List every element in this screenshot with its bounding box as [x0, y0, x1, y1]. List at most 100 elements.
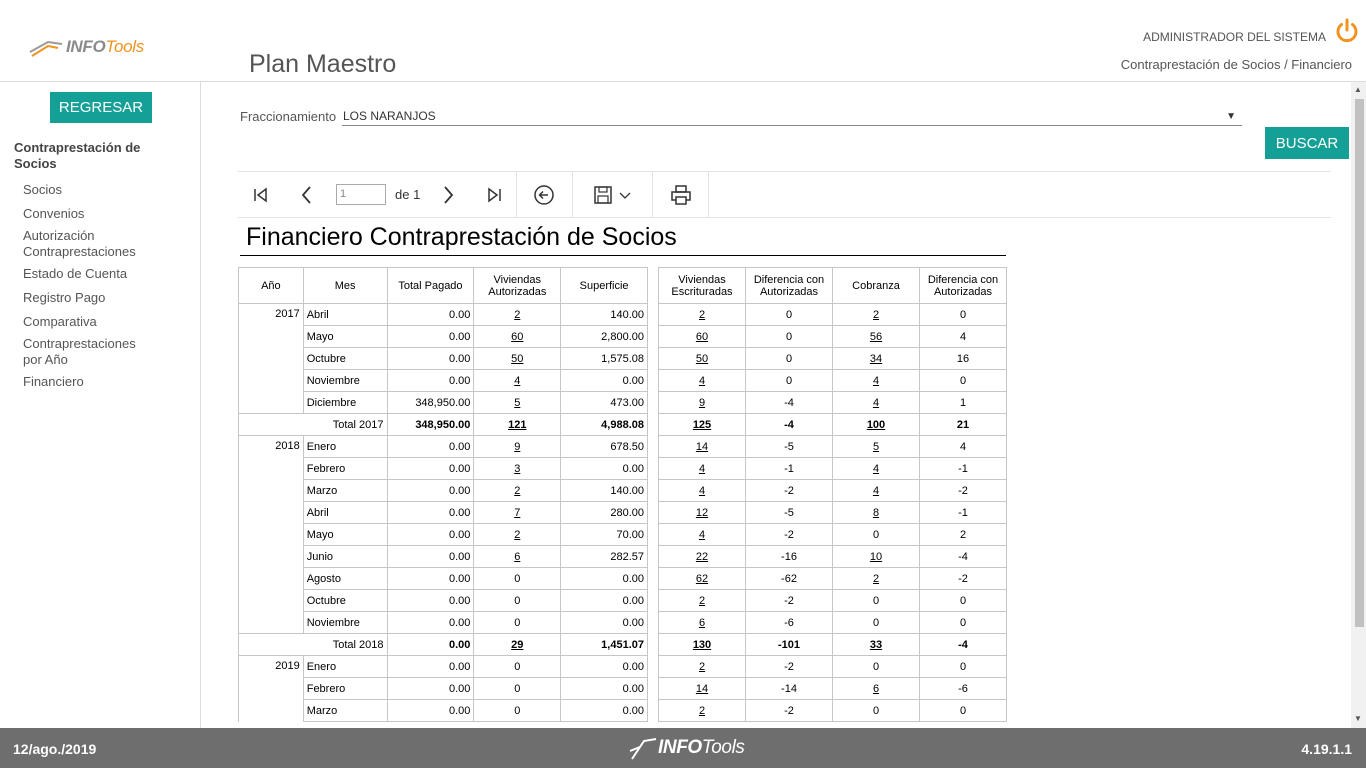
total-pagado-cell[interactable]: 0.00 — [386, 479, 475, 502]
cobranza-link[interactable]: 2 — [832, 567, 920, 590]
total-pagado-cell[interactable]: 0.00 — [386, 347, 475, 370]
superficie-cell[interactable]: 70.00 — [560, 523, 648, 546]
viviendas-autorizadas-link[interactable]: 60 — [473, 325, 562, 348]
superficie-cell[interactable]: 0.00 — [560, 457, 648, 480]
cobranza-link[interactable]: 34 — [832, 347, 920, 370]
back-to-parent-icon[interactable] — [533, 184, 555, 206]
total-pagado-cell[interactable]: 0.00 — [386, 611, 475, 634]
viviendas-escrituradas-link[interactable]: 62 — [658, 567, 746, 590]
page-number-input[interactable]: 1 — [336, 184, 386, 205]
viviendas-escrituradas-link[interactable]: 4 — [658, 457, 746, 480]
viviendas-autorizadas-link[interactable]: 2 — [473, 523, 562, 546]
superficie-cell[interactable]: 4,988.08 — [560, 413, 648, 436]
total-pagado-cell[interactable]: 0.00 — [386, 699, 475, 722]
back-button[interactable]: REGRESAR — [50, 92, 152, 123]
total-pagado-cell[interactable]: 0.00 — [386, 567, 475, 590]
total-pagado-cell[interactable]: 0.00 — [386, 677, 475, 700]
sidebar-item-estado-cuenta[interactable]: Estado de Cuenta — [23, 266, 193, 282]
search-button[interactable]: BUSCAR — [1265, 127, 1349, 159]
viviendas-escrituradas-link[interactable]: 4 — [658, 369, 746, 392]
save-icon[interactable] — [592, 184, 614, 206]
superficie-cell[interactable]: 140.00 — [560, 479, 648, 502]
viviendas-autorizadas-link[interactable]: 4 — [473, 369, 562, 392]
viviendas-autorizadas-link[interactable]: 121 — [473, 413, 562, 436]
cobranza-link[interactable]: 4 — [832, 457, 920, 480]
cobranza-link[interactable]: 4 — [832, 391, 920, 414]
viviendas-escrituradas-link[interactable]: 2 — [658, 303, 746, 326]
total-pagado-cell[interactable]: 0.00 — [386, 589, 475, 612]
sidebar-item-socios[interactable]: Socios — [23, 182, 193, 198]
sidebar-item-registro-pago[interactable]: Registro Pago — [23, 290, 193, 306]
viviendas-autorizadas-link[interactable]: 5 — [473, 391, 562, 414]
total-pagado-cell[interactable]: 348,950.00 — [386, 413, 475, 436]
last-page-icon[interactable] — [483, 184, 505, 206]
viviendas-escrituradas-link[interactable]: 4 — [658, 479, 746, 502]
viviendas-autorizadas-link[interactable]: 2 — [473, 303, 562, 326]
chevron-down-icon[interactable] — [618, 188, 632, 202]
viviendas-escrituradas-link[interactable]: 2 — [658, 655, 746, 678]
sidebar-item-autorizacion[interactable]: Autorización Contraprestaciones — [23, 228, 163, 260]
sidebar-item-convenios[interactable]: Convenios — [23, 206, 193, 222]
total-pagado-cell[interactable]: 0.00 — [386, 325, 475, 348]
viviendas-escrituradas-link[interactable]: 2 — [658, 589, 746, 612]
cobranza-link[interactable]: 100 — [832, 413, 920, 436]
total-pagado-cell[interactable]: 0.00 — [386, 303, 475, 326]
superficie-cell[interactable]: 1,451.07 — [560, 633, 648, 656]
fraccionamiento-select[interactable]: LOS NARANJOS ▼ — [342, 107, 1242, 126]
viviendas-escrituradas-link[interactable]: 125 — [658, 413, 746, 436]
viviendas-autorizadas-link[interactable]: 2 — [473, 479, 562, 502]
viviendas-autorizadas-link[interactable]: 50 — [473, 347, 562, 370]
total-pagado-cell[interactable]: 0.00 — [386, 501, 475, 524]
superficie-cell[interactable]: 280.00 — [560, 501, 648, 524]
sidebar-item-financiero[interactable]: Financiero — [23, 374, 193, 390]
viviendas-escrituradas-link[interactable]: 14 — [658, 435, 746, 458]
viviendas-escrituradas-link[interactable]: 14 — [658, 677, 746, 700]
total-pagado-cell[interactable]: 348,950.00 — [386, 391, 475, 414]
scroll-up-icon[interactable]: ▲ — [1354, 85, 1362, 94]
viviendas-autorizadas-link[interactable]: 9 — [473, 435, 562, 458]
viviendas-escrituradas-link[interactable]: 50 — [658, 347, 746, 370]
superficie-cell[interactable]: 0.00 — [560, 369, 648, 392]
total-pagado-cell[interactable]: 0.00 — [386, 369, 475, 392]
viviendas-escrituradas-link[interactable]: 4 — [658, 523, 746, 546]
viviendas-autorizadas-link[interactable]: 29 — [473, 633, 562, 656]
viviendas-escrituradas-link[interactable]: 130 — [658, 633, 746, 656]
viviendas-escrituradas-link[interactable]: 2 — [658, 699, 746, 722]
cobranza-link[interactable]: 4 — [832, 369, 920, 392]
previous-page-icon[interactable] — [296, 184, 318, 206]
scrollbar-thumb[interactable] — [1355, 99, 1364, 627]
total-pagado-cell[interactable]: 0.00 — [386, 435, 475, 458]
superficie-cell[interactable]: 282.57 — [560, 545, 648, 568]
cobranza-link[interactable]: 10 — [832, 545, 920, 568]
viviendas-autorizadas-link[interactable]: 7 — [473, 501, 562, 524]
superficie-cell[interactable]: 0.00 — [560, 655, 648, 678]
superficie-cell[interactable]: 1,575.08 — [560, 347, 648, 370]
vertical-scrollbar[interactable]: ▲ ▼ — [1351, 82, 1366, 728]
total-pagado-cell[interactable]: 0.00 — [386, 655, 475, 678]
viviendas-autorizadas-link[interactable]: 3 — [473, 457, 562, 480]
superficie-cell[interactable]: 0.00 — [560, 611, 648, 634]
viviendas-escrituradas-link[interactable]: 60 — [658, 325, 746, 348]
superficie-cell[interactable]: 2,800.00 — [560, 325, 648, 348]
viviendas-autorizadas-link[interactable]: 6 — [473, 545, 562, 568]
scroll-down-icon[interactable]: ▼ — [1354, 714, 1362, 723]
print-icon[interactable] — [670, 184, 692, 206]
superficie-cell[interactable]: 473.00 — [560, 391, 648, 414]
power-icon[interactable] — [1334, 18, 1360, 44]
total-pagado-cell[interactable]: 0.00 — [386, 545, 475, 568]
total-pagado-cell[interactable]: 0.00 — [386, 457, 475, 480]
next-page-icon[interactable] — [437, 184, 459, 206]
viviendas-escrituradas-link[interactable]: 12 — [658, 501, 746, 524]
superficie-cell[interactable]: 140.00 — [560, 303, 648, 326]
superficie-cell[interactable]: 0.00 — [560, 677, 648, 700]
total-pagado-cell[interactable]: 0.00 — [386, 523, 475, 546]
superficie-cell[interactable]: 0.00 — [560, 567, 648, 590]
cobranza-link[interactable]: 4 — [832, 479, 920, 502]
superficie-cell[interactable]: 0.00 — [560, 589, 648, 612]
superficie-cell[interactable]: 678.50 — [560, 435, 648, 458]
first-page-icon[interactable] — [250, 184, 272, 206]
viviendas-escrituradas-link[interactable]: 6 — [658, 611, 746, 634]
sidebar-item-contraprestaciones-anio[interactable]: Contraprestaciones por Año — [23, 336, 153, 368]
superficie-cell[interactable]: 0.00 — [560, 699, 648, 722]
viviendas-escrituradas-link[interactable]: 22 — [658, 545, 746, 568]
